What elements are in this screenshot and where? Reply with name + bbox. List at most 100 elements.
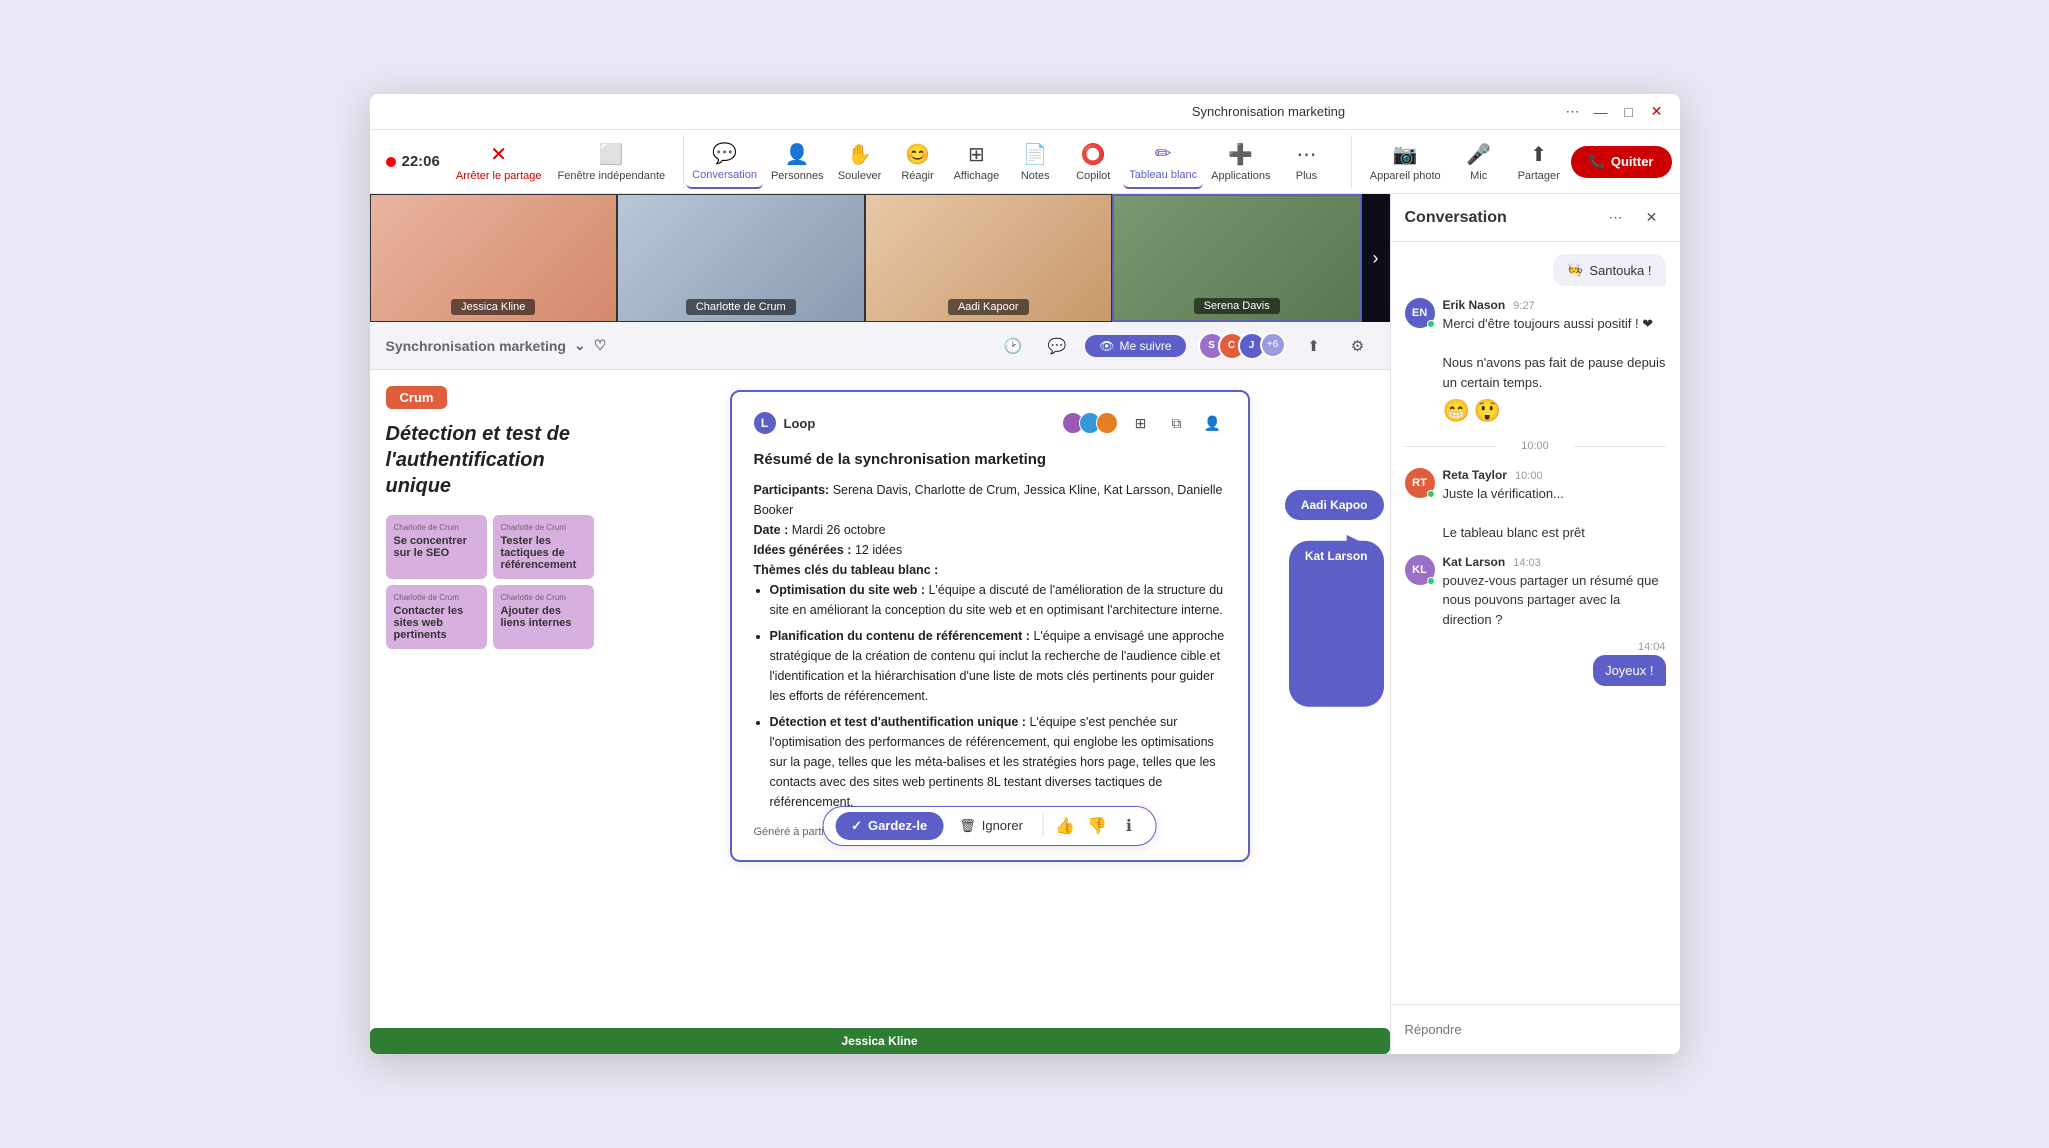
crum-badge: Crum [386, 386, 448, 409]
aadi-speaker-bubble: Aadi Kapoo [1285, 490, 1384, 520]
copilot-tab[interactable]: ⭕ Copilot [1065, 135, 1121, 189]
camera-button[interactable]: 📷 Appareil photo [1364, 135, 1447, 189]
santouka-emoji: 🧑‍🍳 [1567, 262, 1583, 278]
react-tab[interactable]: 😊 Réagir [890, 135, 946, 189]
share-screen-icon-btn[interactable]: ⬆ [1298, 330, 1330, 362]
settings-icon-btn[interactable]: ⚙ [1342, 330, 1374, 362]
loop-person-button[interactable]: 👤 [1200, 410, 1226, 436]
eye-icon: 👁 [1099, 339, 1114, 353]
independent-window-button[interactable]: ⬜ Fenêtre indépendante [551, 135, 671, 189]
date-value: Mardi 26 octobre [792, 523, 886, 537]
serena-name-badge: Serena Davis [1114, 298, 1360, 314]
stop-share-button[interactable]: ✕ Arrêter le partage [450, 135, 548, 189]
loop-copy-button[interactable]: ⧉ [1164, 410, 1190, 436]
display-label: Affichage [954, 170, 1000, 182]
main-area: ‹ Jessica Kline Charlotte de Crum [370, 194, 1680, 1054]
whiteboard-label: Tableau blanc [1129, 169, 1197, 181]
reaction-grinning: 😁 [1443, 398, 1470, 424]
share-label: Partager [1518, 170, 1560, 182]
thumbs-up-icon: 👍 [1055, 816, 1075, 836]
whiteboard-icon: ✏ [1155, 141, 1172, 166]
video-tile-serena[interactable]: Serena Davis [1112, 194, 1362, 322]
quit-label: Quitter [1611, 154, 1654, 169]
history-icon-btn[interactable]: 🕑 [997, 330, 1029, 362]
maximize-button[interactable]: □ [1620, 103, 1638, 121]
close-button[interactable]: ✕ [1648, 103, 1666, 121]
check-icon: ✓ [851, 818, 862, 834]
quit-button[interactable]: 📞 Quitter [1571, 146, 1672, 178]
video-tile-aadi[interactable]: Aadi Kapoor [865, 194, 1113, 322]
persons-tab[interactable]: 👤 Personnes [765, 135, 830, 189]
applications-tab[interactable]: ➕ Applications [1205, 135, 1276, 189]
right-bubble-time: 14:04 [1593, 641, 1665, 653]
conversation-title: Conversation [1405, 209, 1602, 227]
stop-share-label: Arrêter le partage [456, 170, 542, 182]
charlotte-name-badge: Charlotte de Crum [618, 299, 864, 315]
title-bar-controls: ⋯ — □ ✕ [1564, 103, 1666, 121]
more-button[interactable]: ⋯ [1564, 103, 1582, 121]
messages-area: 🧑‍🍳 Santouka ! EN Erik Nason 9:27 [1391, 242, 1680, 1004]
msg-text-kat: pouvez-vous partager un résumé que nous … [1443, 571, 1666, 630]
info-button[interactable]: ℹ [1114, 811, 1144, 841]
display-tab[interactable]: ⊞ Affichage [948, 135, 1006, 189]
conversation-tab[interactable]: 💬 Conversation [686, 135, 763, 189]
keep-button[interactable]: ✓ Gardez-le [835, 812, 943, 840]
jessica-name-badge: Jessica Kline [371, 299, 617, 315]
message-reta: RT Reta Taylor 10:00 Juste la vérificati… [1405, 468, 1666, 543]
thumbs-down-button[interactable]: 👎 [1082, 811, 1112, 841]
online-indicator-erik [1427, 320, 1435, 328]
reaction-surprised: 😲 [1474, 398, 1501, 424]
camera-label: Appareil photo [1370, 170, 1441, 182]
meeting-title-area: Synchronisation marketing ⌄ ♡ [386, 337, 607, 354]
ignore-button[interactable]: 🗑 Ignorer [945, 812, 1037, 840]
applications-label: Applications [1211, 170, 1270, 182]
wb-card-1-text: Tester les tactiques de référencement [501, 535, 586, 571]
right-bubble-text: Joyeux ! [1593, 655, 1665, 686]
loop-grid-button[interactable]: ⊞ [1128, 410, 1154, 436]
main-toolbar: 22:06 ✕ Arrêter le partage ⬜ Fenêtre ind… [370, 130, 1680, 194]
conversation-more-button[interactable]: ⋯ [1602, 204, 1630, 232]
right-bubble: 14:04 Joyeux ! [1593, 641, 1665, 686]
jessica-badge: Jessica Kline [370, 1028, 1390, 1054]
meeting-area: Synchronisation marketing ⌄ ♡ 🕑 💬 👁 Me s… [370, 322, 1390, 1054]
avatar-count[interactable]: +6 [1260, 332, 1286, 358]
video-strip: ‹ Jessica Kline Charlotte de Crum [370, 194, 1390, 322]
nav-next-button[interactable]: › [1362, 194, 1390, 322]
video-tile-charlotte[interactable]: Charlotte de Crum [617, 194, 865, 322]
raise-tab[interactable]: ✋ Soulever [832, 135, 888, 189]
time-reta: 10:00 [1515, 470, 1543, 482]
message-erik: EN Erik Nason 9:27 Merci d'être toujours… [1405, 298, 1666, 424]
meeting-toolbar-right: 🕑 💬 👁 Me suivre S C J +6 [997, 330, 1373, 362]
bullet-0: Optimisation du site web : L'équipe a di… [770, 580, 1226, 620]
time-divider-10: 10:00 [1405, 440, 1666, 452]
share-button[interactable]: ⬆ Partager [1511, 135, 1567, 189]
window-title: Synchronisation marketing [974, 104, 1564, 119]
conversation-close-button[interactable]: ✕ [1638, 204, 1666, 232]
video-tile-jessica[interactable]: Jessica Kline [370, 194, 618, 322]
stop-share-icon: ✕ [490, 142, 507, 167]
ignore-label: Ignorer [982, 818, 1023, 833]
minimize-button[interactable]: — [1592, 103, 1610, 121]
msg-meta-erik: Erik Nason 9:27 [1443, 298, 1666, 312]
more-tab[interactable]: ⋯ Plus [1278, 135, 1334, 189]
mic-button[interactable]: 🎤 Mic [1451, 135, 1507, 189]
notes-tab[interactable]: 📄 Notes [1007, 135, 1063, 189]
avatar-erik: EN [1405, 298, 1435, 328]
thumbs-up-button[interactable]: 👍 [1050, 811, 1080, 841]
meeting-title-chevron[interactable]: ⌄ [574, 337, 586, 354]
share-icon: ⬆ [1530, 142, 1547, 167]
chat-icon-btn[interactable]: 💬 [1041, 330, 1073, 362]
react-label: Réagir [901, 170, 933, 182]
recording-timer: 22:06 [378, 153, 448, 170]
whiteboard-tab[interactable]: ✏ Tableau blanc [1123, 135, 1203, 189]
whiteboard-sidebar: Crum Détection et test de l'authentifica… [386, 386, 606, 649]
author-erik: Erik Nason [1443, 298, 1506, 312]
avatar-kat: KL [1405, 555, 1435, 585]
me-suivre-button[interactable]: 👁 Me suivre [1085, 335, 1185, 357]
meeting-title: Synchronisation marketing [386, 338, 566, 354]
copilot-label: Copilot [1076, 170, 1110, 182]
reply-input[interactable] [1405, 1022, 1666, 1037]
favorite-icon[interactable]: ♡ [594, 337, 607, 354]
message-kat: KL Kat Larson 14:03 pouvez-vous partager… [1405, 555, 1666, 630]
message-content-erik: Erik Nason 9:27 Merci d'être toujours au… [1443, 298, 1666, 424]
